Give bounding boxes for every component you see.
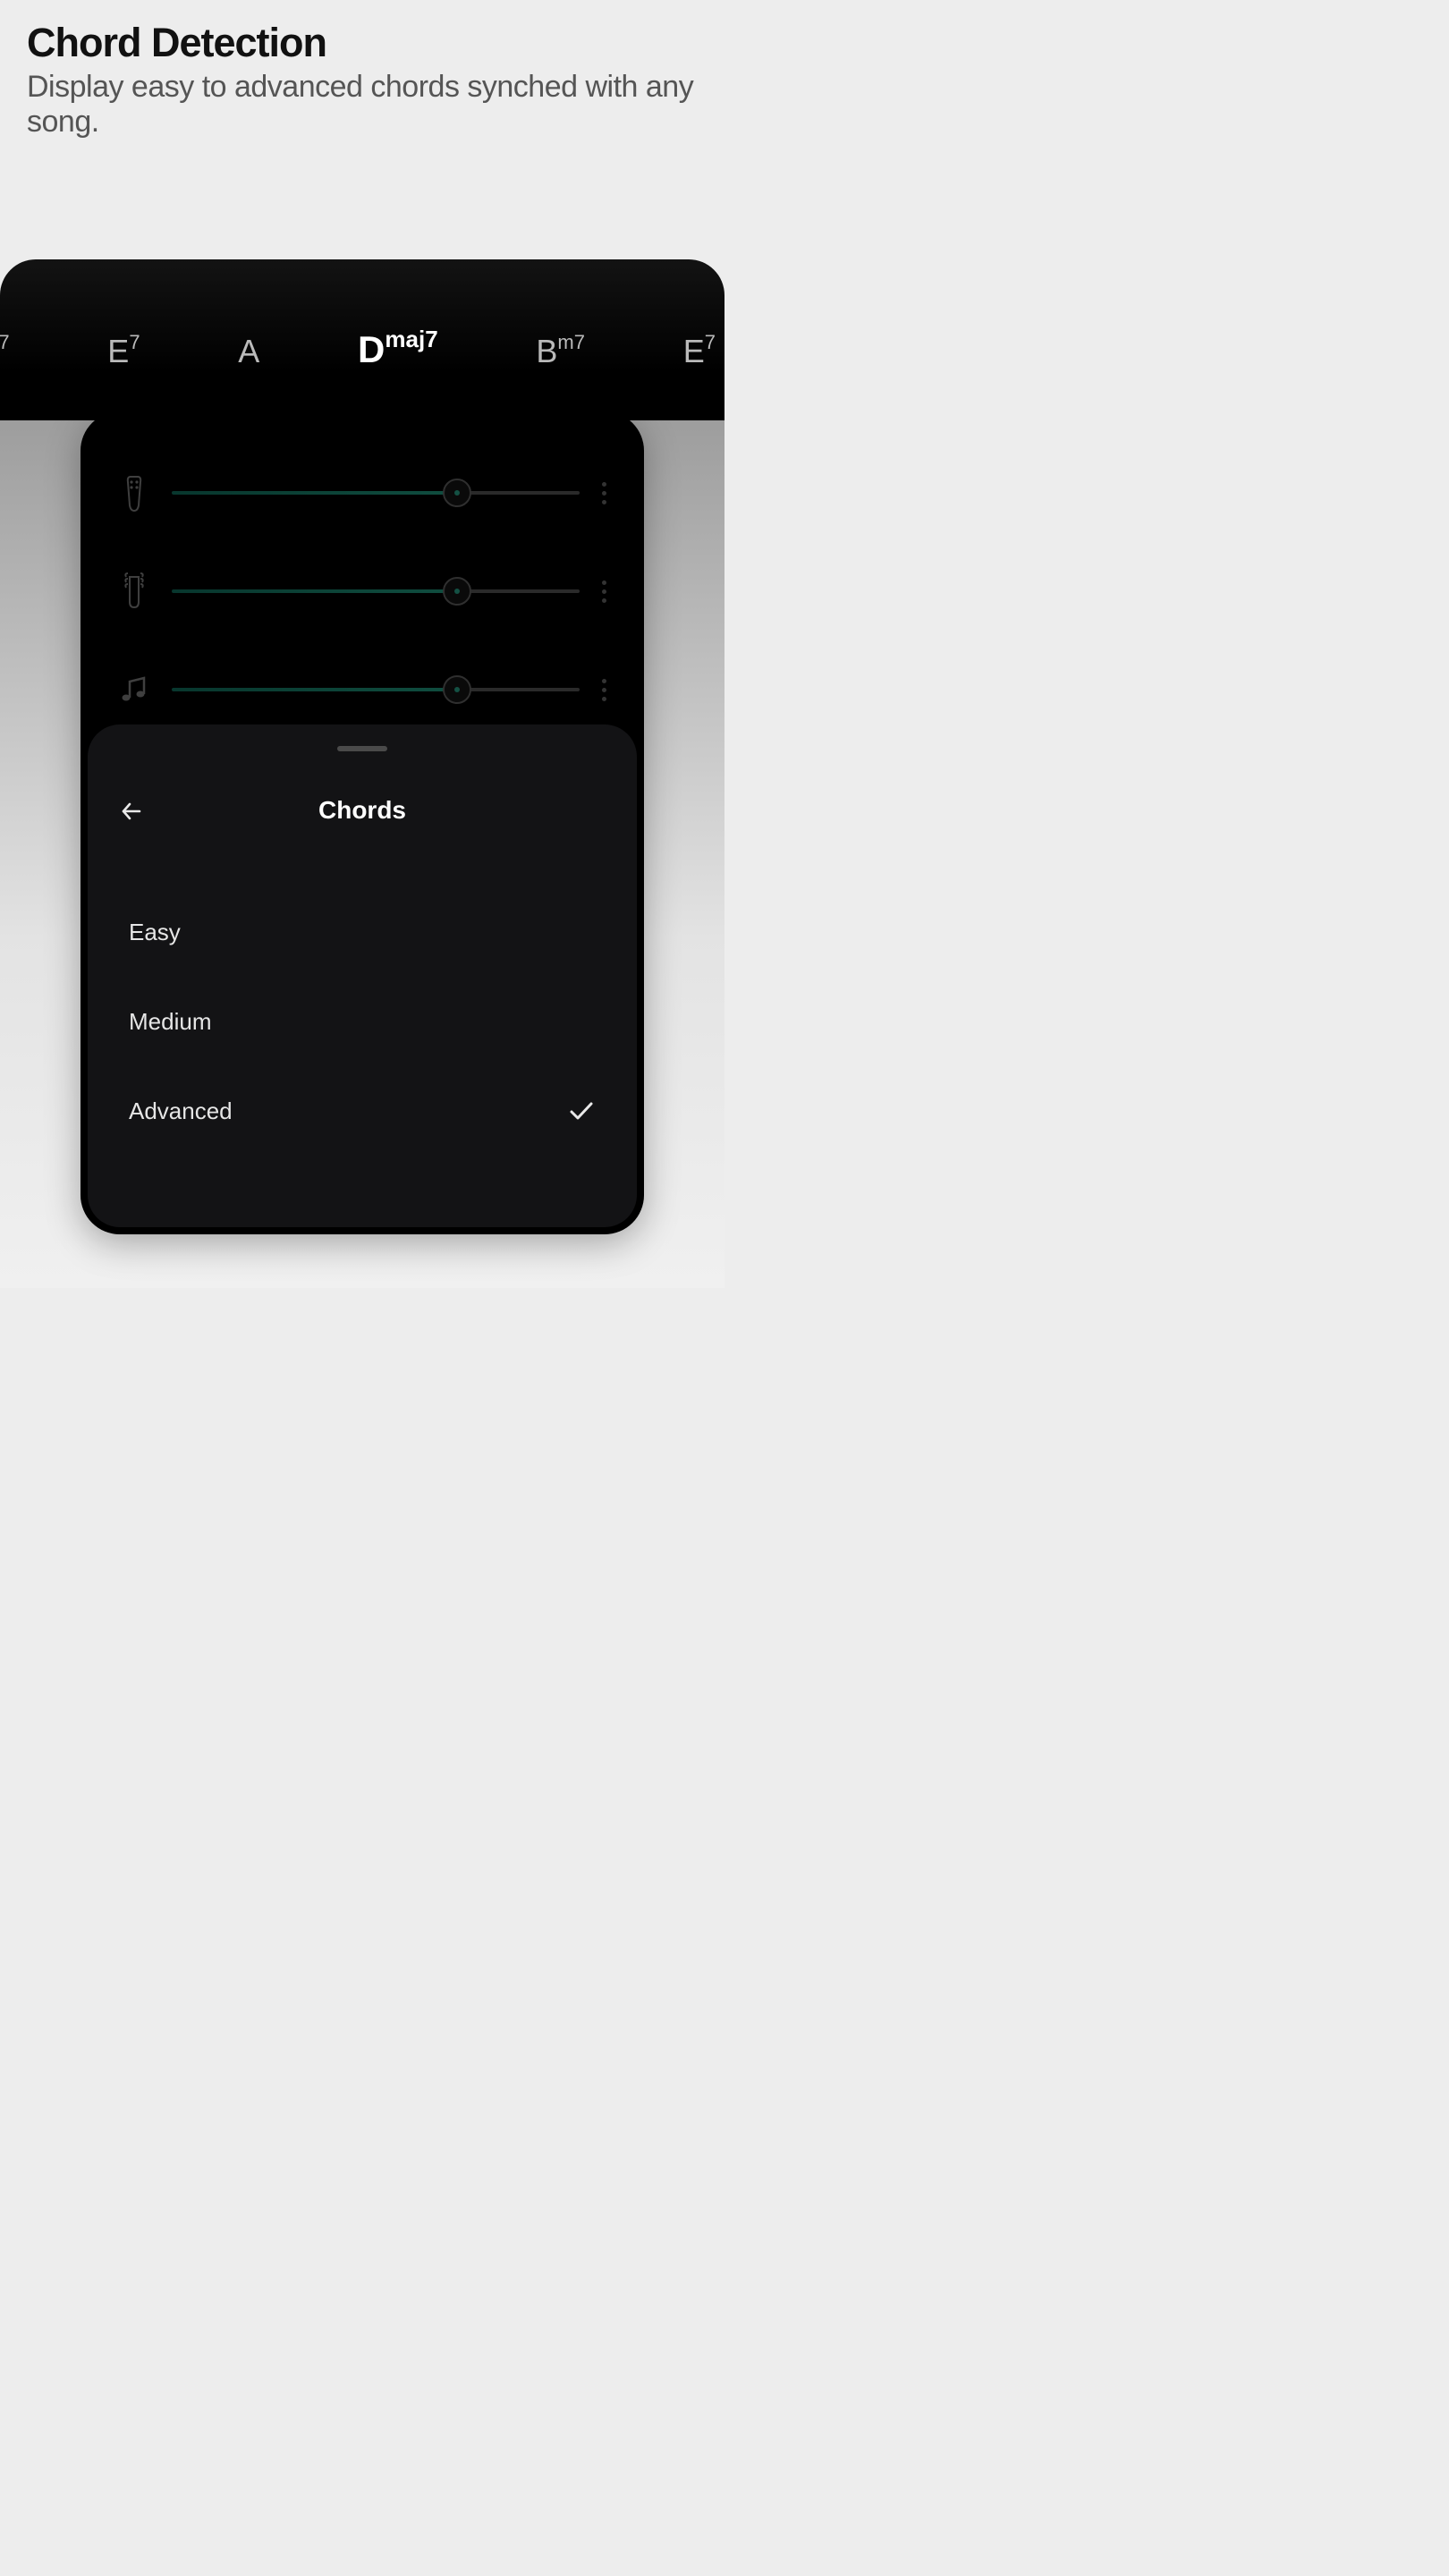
sheet-header: Chords: [88, 796, 637, 825]
device-showcase: m7 E7 A Dmaj7 Bm7 E7: [0, 259, 724, 1288]
volume-slider[interactable]: [172, 573, 580, 609]
bass-icon: [107, 473, 161, 513]
sheet-handle[interactable]: [337, 746, 387, 751]
chord-item[interactable]: E7: [683, 333, 716, 370]
page-subtitle: Display easy to advanced chords synched …: [27, 70, 698, 140]
chord-item[interactable]: m7: [0, 333, 10, 370]
more-icon[interactable]: [590, 580, 617, 603]
volume-slider[interactable]: [172, 475, 580, 511]
options-list: Easy Medium Advanced: [88, 887, 637, 1156]
more-icon[interactable]: [590, 482, 617, 504]
option-advanced[interactable]: Advanced: [88, 1066, 637, 1156]
option-label: Advanced: [129, 1097, 233, 1125]
option-medium[interactable]: Medium: [88, 977, 637, 1066]
phone-screen: Chords Easy Medium Advanced: [80, 411, 644, 1234]
bottom-sheet: Chords Easy Medium Advanced: [88, 724, 637, 1227]
track-mixer: [80, 411, 644, 766]
hero: Chord Detection Display easy to advanced…: [0, 0, 724, 140]
volume-slider[interactable]: [172, 672, 580, 708]
chord-item[interactable]: Bm7: [536, 333, 585, 370]
slider-thumb[interactable]: [443, 577, 471, 606]
back-arrow-icon[interactable]: [118, 798, 145, 825]
chord-row[interactable]: m7 E7 A Dmaj7 Bm7 E7: [0, 259, 724, 371]
check-icon: [567, 1097, 596, 1125]
option-label: Medium: [129, 1008, 211, 1036]
slider-thumb[interactable]: [443, 479, 471, 507]
page-title: Chord Detection: [27, 20, 698, 66]
track-row: [107, 542, 617, 640]
chord-ribbon: m7 E7 A Dmaj7 Bm7 E7: [0, 259, 724, 420]
guitar-icon: [107, 572, 161, 611]
more-icon[interactable]: [590, 679, 617, 701]
option-label: Easy: [129, 919, 181, 946]
chord-item[interactable]: A: [238, 333, 259, 370]
chord-item[interactable]: E7: [107, 333, 140, 370]
music-icon: [107, 674, 161, 705]
track-row: [107, 444, 617, 542]
chord-item-active[interactable]: Dmaj7: [358, 327, 438, 371]
option-easy[interactable]: Easy: [88, 887, 637, 977]
slider-thumb[interactable]: [443, 675, 471, 704]
sheet-title: Chords: [114, 796, 610, 825]
